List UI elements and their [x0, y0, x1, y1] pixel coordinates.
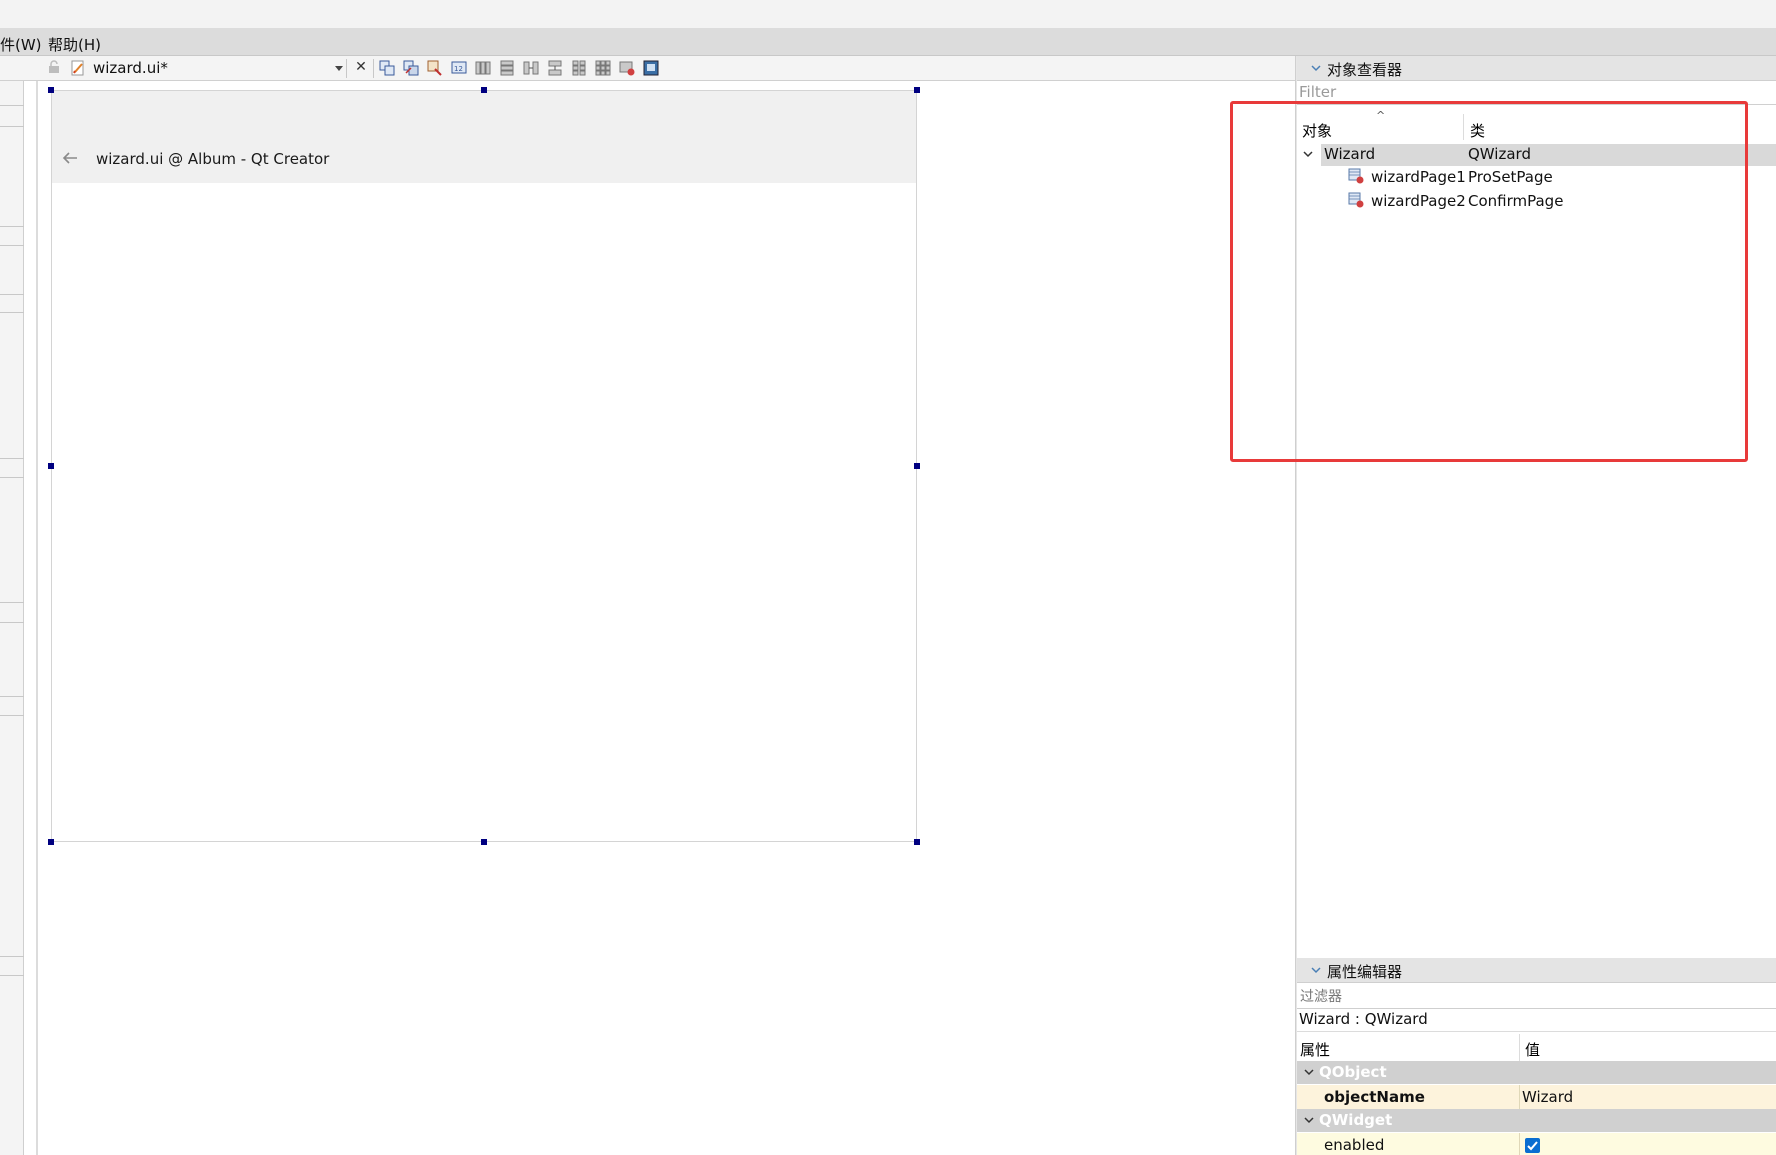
wizard-window-title: wizard.ui @ Album - Qt Creator	[96, 150, 330, 168]
property-row-objectname[interactable]: objectName Wizard	[1297, 1085, 1776, 1109]
edit-signals-icon[interactable]	[403, 60, 419, 76]
resize-handle-bottom[interactable]	[481, 839, 487, 845]
layout-horizontal-icon[interactable]	[475, 60, 491, 76]
layout-splitter-h-icon[interactable]	[523, 60, 539, 76]
property-group-label: QObject	[1319, 1063, 1387, 1081]
property-filter-input[interactable]: 过滤器	[1300, 986, 1342, 1006]
layout-form-icon[interactable]	[571, 60, 587, 76]
object-inspector-title-bar[interactable]: 对象查看器	[1297, 56, 1776, 81]
close-icon[interactable]: ✕	[353, 59, 369, 75]
form-editor-toolbar: wizard.ui* ✕ 12	[0, 56, 1296, 81]
form-edit-icon	[71, 60, 84, 76]
left-side-pane	[0, 81, 24, 1155]
property-name: objectName	[1324, 1088, 1425, 1106]
layout-vertical-icon[interactable]	[499, 60, 515, 76]
property-group-label: QWidget	[1319, 1111, 1393, 1129]
property-context-label: Wizard : QWizard	[1299, 1010, 1428, 1028]
chevron-down-icon[interactable]	[1303, 1066, 1315, 1078]
menu-bar: 件(W) 帮助(H)	[0, 28, 1776, 56]
resize-handle-top-right[interactable]	[914, 87, 920, 93]
edit-tab-order-icon[interactable]: 12	[451, 60, 467, 76]
pane-splitter[interactable]	[36, 81, 38, 1155]
object-inspector-title: 对象查看器	[1327, 61, 1403, 79]
break-layout-icon[interactable]	[619, 60, 635, 76]
chevron-down-icon[interactable]	[1309, 963, 1323, 977]
adjust-size-icon[interactable]	[643, 60, 659, 76]
resize-handle-right[interactable]	[914, 463, 920, 469]
divider	[1297, 1031, 1776, 1032]
layout-splitter-v-icon[interactable]	[547, 60, 563, 76]
checkmark-icon	[1527, 1141, 1538, 1151]
resize-handle-bottom-left[interactable]	[48, 839, 54, 845]
menu-window[interactable]: 件(W)	[0, 34, 42, 55]
property-row-enabled[interactable]: enabled	[1297, 1133, 1776, 1155]
wizard-title-bar	[52, 91, 916, 183]
chevron-down-icon[interactable]	[1303, 1114, 1315, 1126]
highlight-box	[1230, 101, 1748, 462]
edit-widgets-icon[interactable]	[379, 60, 395, 76]
property-group-qwidget[interactable]: QWidget	[1297, 1109, 1776, 1132]
lock-icon[interactable]	[47, 60, 61, 74]
property-editor-title-bar[interactable]: 属性编辑器	[1297, 958, 1776, 983]
menu-help[interactable]: 帮助(H)	[48, 34, 101, 55]
svg-text:12: 12	[454, 65, 463, 73]
property-name: enabled	[1324, 1136, 1385, 1154]
column-header-value[interactable]: 值	[1525, 1039, 1540, 1060]
resize-handle-bottom-right[interactable]	[914, 839, 920, 845]
title-strip	[0, 0, 1776, 28]
property-group-qobject[interactable]: QObject	[1297, 1061, 1776, 1084]
enabled-checkbox[interactable]	[1525, 1138, 1540, 1153]
chevron-down-icon[interactable]	[1309, 61, 1323, 75]
property-editor-title: 属性编辑器	[1327, 963, 1403, 981]
open-document-title[interactable]: wizard.ui*	[93, 59, 168, 77]
column-divider[interactable]	[1519, 1034, 1520, 1061]
divider	[1297, 1008, 1776, 1009]
property-value[interactable]: Wizard	[1522, 1088, 1573, 1106]
edit-buddies-icon[interactable]	[427, 60, 443, 76]
resize-handle-top[interactable]	[481, 87, 487, 93]
back-arrow-icon[interactable]	[60, 148, 80, 168]
resize-handle-top-left[interactable]	[48, 87, 54, 93]
resize-handle-left[interactable]	[48, 463, 54, 469]
wizard-form-canvas[interactable]	[51, 90, 917, 842]
column-header-property[interactable]: 属性	[1300, 1039, 1330, 1060]
dropdown-arrow-icon[interactable]	[335, 66, 343, 71]
layout-grid-icon[interactable]	[595, 60, 611, 76]
